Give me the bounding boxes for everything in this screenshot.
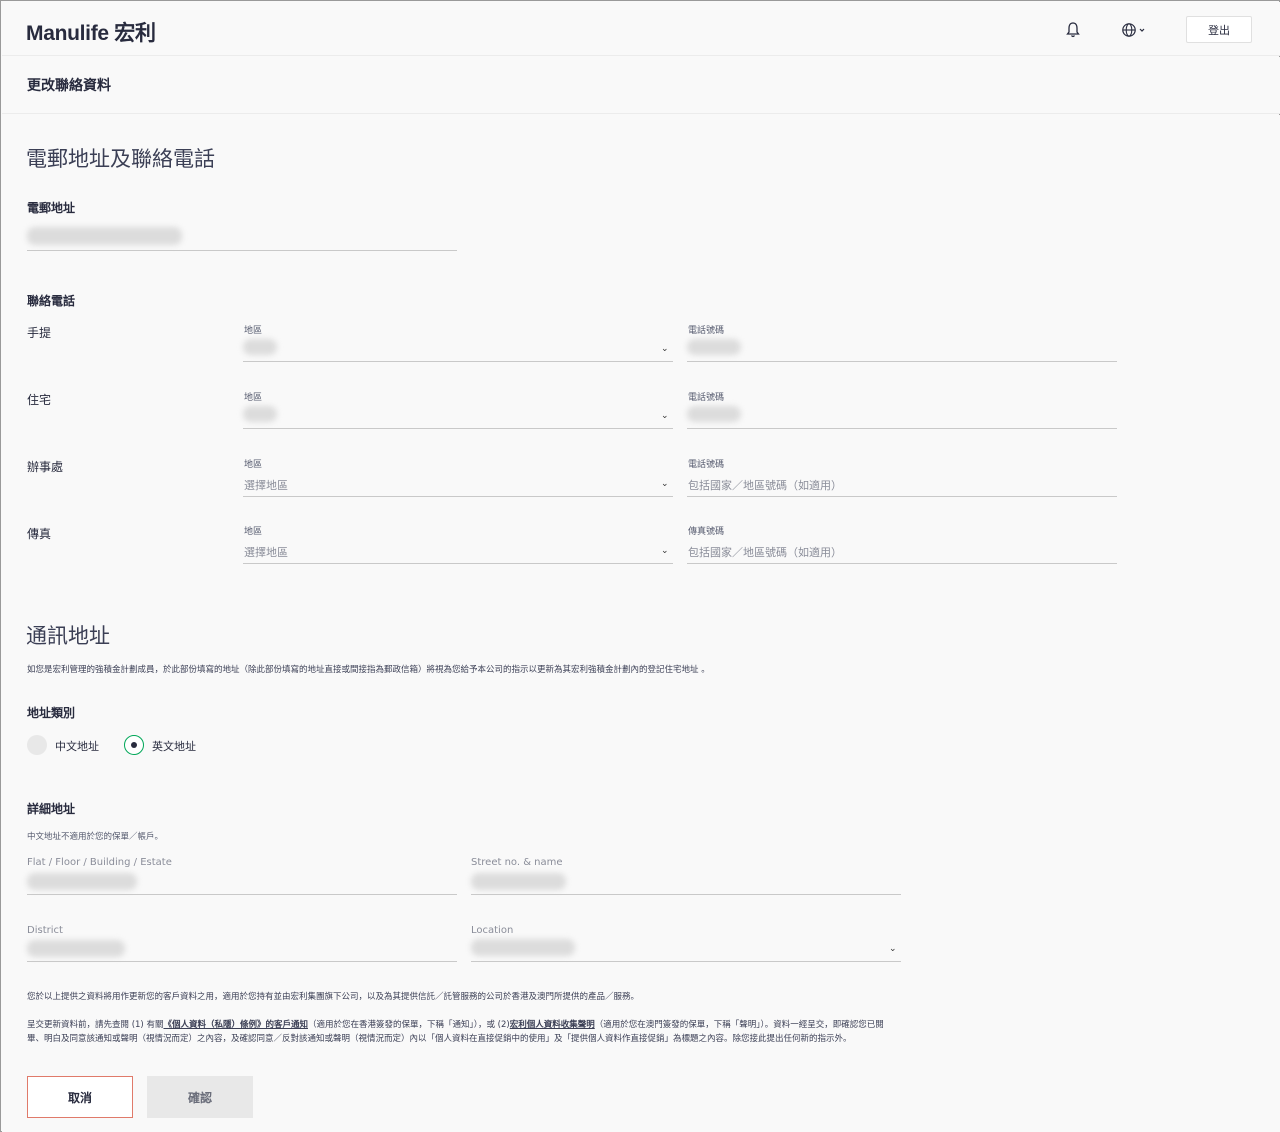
mobile-number-redacted — [687, 339, 741, 355]
field-underline — [27, 961, 457, 962]
bell-icon[interactable] — [1065, 21, 1081, 39]
office-number-placeholder: 包括國家／地區號碼（如適用） — [688, 479, 842, 492]
disclaimer-line-1: 您於以上提供之資料將用作更新您的客戶資料之用，適用於您持有並由宏利集團旗下公司，… — [27, 992, 640, 1002]
cancel-button[interactable]: 取消 — [27, 1076, 133, 1118]
office-region-placeholder: 選擇地區 — [244, 479, 288, 492]
radio-chinese-address-label: 中文地址 — [55, 740, 99, 753]
district-input[interactable] — [27, 935, 457, 962]
address-section-title: 通訊地址 — [26, 624, 110, 648]
privacy-notice-link[interactable]: 《個人資料（私隱）條例》的客戶通知 — [163, 1020, 308, 1030]
office-number-input[interactable]: 包括國家／地區號碼（如適用） — [687, 470, 1117, 497]
app-frame: Manulife 宏利 登出 更改聯絡資料 電郵地址及聯絡電話 電郵地址 聯絡電… — [0, 0, 1280, 1132]
field-underline — [243, 496, 673, 497]
fax-region-select[interactable]: 選擇地區 ⌄ — [243, 537, 673, 564]
field-underline — [687, 428, 1117, 429]
district-redacted — [27, 940, 125, 957]
chevron-down-icon: ⌄ — [661, 344, 669, 354]
manulife-logo[interactable]: Manulife 宏利 — [26, 17, 156, 47]
street-redacted — [471, 873, 566, 890]
page-title: 更改聯絡資料 — [27, 78, 111, 94]
disclaimer-text: （適用於您在澳門簽發的保單，下稱「聲明」）。資料一經呈交，即確認您已閱 — [594, 1020, 884, 1030]
address-detail-note: 中文地址不適用於您的保單／帳戶。 — [27, 832, 164, 842]
email-underline — [27, 250, 457, 251]
radio-english-address-label: 英文地址 — [152, 740, 196, 753]
phone-row-label-mobile: 手提 — [27, 326, 52, 340]
field-underline — [687, 361, 1117, 362]
top-bar: Manulife 宏利 登出 — [2, 2, 1280, 56]
email-label: 電郵地址 — [27, 201, 76, 215]
phone-row-label-fax: 傳真 — [27, 527, 52, 541]
office-number-label: 電話號碼 — [688, 460, 725, 470]
phone-group-label: 聯絡電話 — [27, 294, 76, 308]
phone-row-label-home: 住宅 — [27, 393, 52, 407]
chevron-down-icon: ⌄ — [661, 546, 669, 556]
fax-region-label: 地區 — [244, 527, 263, 537]
field-underline — [471, 961, 901, 962]
location-redacted — [471, 939, 575, 956]
contact-section-title: 電郵地址及聯絡電話 — [26, 147, 215, 171]
address-detail-label: 詳細地址 — [27, 802, 76, 816]
field-underline — [687, 563, 1117, 564]
chevron-down-icon: ⌄ — [661, 479, 669, 489]
fax-number-label: 傳真號碼 — [688, 527, 725, 537]
address-type-label: 地址類別 — [27, 706, 76, 720]
home-region-select[interactable]: ⌄ — [243, 402, 673, 429]
mobile-region-select[interactable]: ⌄ — [243, 335, 673, 362]
radio-chinese-address[interactable] — [27, 735, 47, 755]
chevron-down-icon: ⌄ — [889, 944, 897, 954]
confirm-button[interactable]: 確認 — [147, 1076, 253, 1118]
fax-region-placeholder: 選擇地區 — [244, 546, 288, 559]
location-select[interactable]: ⌄ — [471, 935, 901, 962]
field-underline — [471, 894, 901, 895]
chevron-down-icon: ⌄ — [661, 411, 669, 421]
disclaimer-text: 呈交更新資料前，請先查閱 (1) 有關 — [27, 1020, 164, 1030]
email-field[interactable] — [27, 223, 457, 251]
pics-statement-link[interactable]: 宏利個人資料收集聲明 — [510, 1020, 595, 1030]
street-input[interactable] — [471, 868, 901, 895]
street-label: Street no. & name — [471, 857, 563, 868]
home-number-input[interactable] — [687, 402, 1117, 429]
mobile-region-redacted — [243, 339, 277, 355]
phone-row-label-office: 辦事處 — [27, 460, 64, 474]
field-underline — [243, 361, 673, 362]
field-underline — [27, 894, 457, 895]
office-region-label: 地區 — [244, 460, 263, 470]
disclaimer-line-2: 呈交更新資料前，請先查閱 (1) 有關《個人資料（私隱）條例》的客戶通知（適用於… — [27, 1018, 884, 1033]
disclaimer-text: （適用於您在香港簽發的保單，下稱「通知」），或 (2) — [307, 1020, 510, 1030]
globe-icon — [1122, 23, 1136, 37]
home-number-redacted — [687, 406, 741, 422]
field-underline — [243, 563, 673, 564]
flat-floor-redacted — [27, 873, 137, 890]
fax-number-placeholder: 包括國家／地區號碼（如適用） — [688, 546, 842, 559]
home-region-redacted — [243, 406, 277, 422]
flat-floor-input[interactable] — [27, 868, 457, 895]
mpf-address-note: 如您是宏利管理的強積金計劃成員，於此部份填寫的地址（除此部份填寫的地址直接或間接… — [27, 665, 710, 675]
radio-english-address[interactable] — [124, 735, 144, 755]
office-region-select[interactable]: 選擇地區 ⌄ — [243, 470, 673, 497]
email-value-redacted — [27, 227, 182, 245]
language-selector[interactable] — [1121, 21, 1149, 39]
flat-floor-label: Flat / Floor / Building / Estate — [27, 857, 172, 868]
disclaimer-line-3: 畢、明白及同意該通知或聲明（視情況而定）之內容，及確認同意／反對該通知或聲明（視… — [27, 1034, 852, 1044]
main-content: 電郵地址及聯絡電話 電郵地址 聯絡電話 手提 地區 ⌄ 電話號碼 住宅 地區 ⌄… — [2, 115, 1280, 1132]
chevron-down-icon — [1139, 28, 1145, 32]
logout-button[interactable]: 登出 — [1186, 16, 1252, 43]
page-title-band: 更改聯絡資料 — [2, 57, 1280, 114]
field-underline — [243, 428, 673, 429]
fax-number-input[interactable]: 包括國家／地區號碼（如適用） — [687, 537, 1117, 564]
field-underline — [687, 496, 1117, 497]
mobile-number-input[interactable] — [687, 335, 1117, 362]
